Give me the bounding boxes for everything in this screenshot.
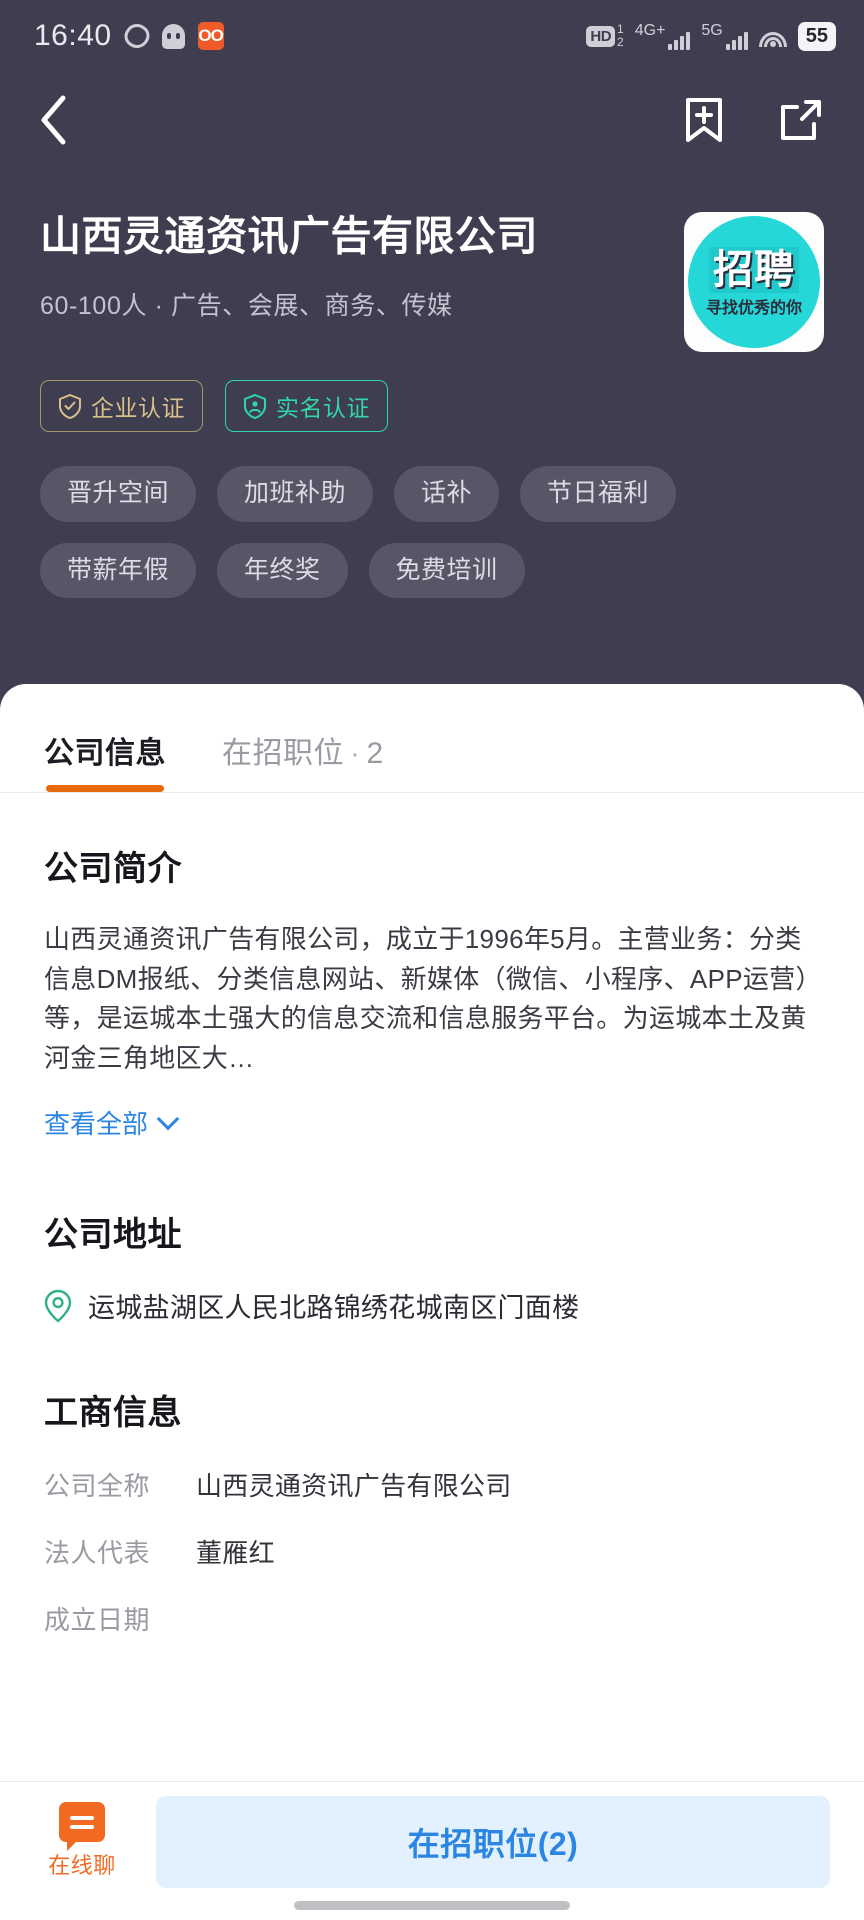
signal-bars-1	[668, 31, 691, 50]
badge-realname-verified: 实名认证	[225, 380, 388, 432]
verification-badges: 企业认证 实名认证	[40, 380, 824, 432]
status-bar: 16:40 OO HD 1 2 4G+ 5G 55	[0, 0, 864, 72]
company-identity: 山西灵通资讯广告有限公司 60-100人 · 广告、会展、商务、传媒	[40, 212, 684, 322]
company-name: 山西灵通资讯广告有限公司	[40, 213, 538, 259]
tab-bar: 公司信息 在招职位 · 2	[0, 684, 864, 792]
business-key: 成立日期	[44, 1605, 151, 1636]
tab-open-positions-label: 在招职位	[222, 737, 344, 770]
alarm-icon	[119, 19, 154, 53]
benefit-tag: 带薪年假	[40, 542, 197, 598]
chevron-down-icon	[156, 1107, 180, 1131]
intro-body: 山西灵通资讯广告有限公司，成立于1996年5月。主营业务：分类信息DM报纸、分类…	[44, 924, 809, 1073]
navigation-bar	[0, 72, 864, 168]
bottom-action-bar: 在线聊 在招职位(2)	[0, 1782, 864, 1920]
status-bar-right: HD 1 2 4G+ 5G 55	[586, 21, 836, 51]
business-heading: 工商信息	[44, 1394, 182, 1433]
business-key: 公司全称	[44, 1471, 151, 1502]
chat-bubble-icon	[59, 1802, 105, 1851]
app-screen: 16:40 OO HD 1 2 4G+ 5G 55 山西灵通资讯广告有限公司 6…	[0, 0, 864, 1920]
clock: 16:40	[34, 19, 112, 52]
logo-sub-text: 寻找优秀的你	[705, 300, 802, 317]
signal-5g-icon: 5G	[701, 21, 748, 50]
shield-check-icon	[59, 393, 81, 419]
network-type-1: 4G+	[634, 21, 666, 39]
benefit-tag: 话补	[394, 466, 500, 522]
badge-realname-label: 实名认证	[276, 395, 370, 421]
tab-open-positions-count: 2	[366, 737, 384, 770]
signal-4g-icon: 4G+	[634, 21, 691, 50]
home-indicator	[294, 1901, 570, 1910]
address-heading: 公司地址	[44, 1216, 182, 1255]
table-row: 公司全称 山西灵通资讯广告有限公司	[44, 1466, 820, 1503]
online-chat-label: 在线聊	[48, 1853, 116, 1878]
benefit-tag: 免费培训	[368, 542, 525, 598]
intro-heading: 公司简介	[44, 850, 182, 888]
location-pin-icon	[44, 1289, 72, 1323]
business-info-table: 公司全称 山西灵通资讯广告有限公司 法人代表 董雁红 成立日期	[44, 1466, 820, 1637]
benefit-tag-list: 晋升空间 加班补助 话补 节日福利 带薪年假 年终奖 免费培训	[40, 466, 680, 598]
battery-indicator: 55	[797, 21, 836, 51]
tab-open-positions[interactable]: 在招职位 · 2	[222, 728, 384, 792]
navigation-actions	[682, 96, 824, 144]
badge-enterprise-verified: 企业认证	[40, 380, 203, 432]
business-key: 法人代表	[44, 1538, 151, 1569]
logo-circle: 招聘 寻找优秀的你	[688, 216, 820, 348]
business-value: 山西灵通资讯广告有限公司	[196, 1471, 512, 1502]
benefit-tag: 节日福利	[520, 466, 677, 522]
bookmark-button[interactable]	[682, 96, 726, 144]
open-positions-button[interactable]: 在招职位(2)	[156, 1796, 830, 1888]
back-button[interactable]	[36, 93, 70, 147]
app-badge-icon: OO	[197, 22, 224, 50]
open-positions-button-label: 在招职位(2)	[407, 1826, 579, 1862]
logo-main-text: 招聘	[709, 247, 799, 293]
network-type-2: 5G	[701, 21, 723, 39]
view-all-button[interactable]: 查看全部	[44, 1104, 180, 1141]
address-value: 运城盐湖区人民北路锦绣花城南区门面楼	[88, 1293, 580, 1324]
view-all-label: 查看全部	[44, 1109, 149, 1140]
tab-divider	[0, 792, 864, 793]
table-row: 成立日期	[44, 1600, 820, 1637]
company-meta: 60-100人 · 广告、会展、商务、传媒	[40, 292, 453, 321]
hd-volte-icon: HD 1 2	[586, 23, 624, 48]
status-bar-left: 16:40 OO	[34, 19, 224, 53]
company-intro-section: 公司简介 山西灵通资讯广告有限公司，成立于1996年5月。主营业务：分类信息DM…	[0, 841, 864, 1637]
table-row: 法人代表 董雁红	[44, 1533, 820, 1570]
tab-company-info[interactable]: 公司信息	[44, 728, 166, 792]
shield-person-icon	[244, 393, 266, 419]
sim-slots: 1 2	[617, 23, 624, 48]
sim-slot-2: 2	[617, 35, 624, 49]
company-header: 山西灵通资讯广告有限公司 60-100人 · 广告、会展、商务、传媒 招聘 寻找…	[0, 168, 864, 598]
tab-separator: ·	[350, 737, 361, 770]
back-arrow-icon	[41, 95, 66, 145]
benefit-tag: 年终奖	[217, 542, 348, 598]
signal-bars-2	[725, 31, 748, 50]
benefit-tag: 晋升空间	[40, 466, 197, 522]
share-icon	[781, 100, 821, 140]
mask-icon	[161, 23, 185, 49]
hd-label: HD	[586, 25, 616, 47]
company-logo[interactable]: 招聘 寻找优秀的你	[684, 212, 824, 352]
benefit-tag: 加班补助	[217, 466, 374, 522]
business-value: 董雁红	[196, 1538, 275, 1569]
wifi-icon	[758, 26, 787, 47]
address-row[interactable]: 运城盐湖区人民北路锦绣花城南区门面楼	[44, 1286, 820, 1325]
bookmark-add-icon	[686, 98, 722, 142]
content-sheet: 公司信息 在招职位 · 2 公司简介 山西灵通资讯广告有限公司，成立于1996年5月…	[0, 684, 864, 1920]
tab-company-info-label: 公司信息	[44, 737, 166, 770]
company-header-top: 山西灵通资讯广告有限公司 60-100人 · 广告、会展、商务、传媒 招聘 寻找…	[40, 212, 824, 352]
online-chat-button[interactable]: 在线聊	[34, 1796, 130, 1880]
share-button[interactable]	[778, 97, 824, 143]
badge-enterprise-label: 企业认证	[91, 395, 185, 421]
